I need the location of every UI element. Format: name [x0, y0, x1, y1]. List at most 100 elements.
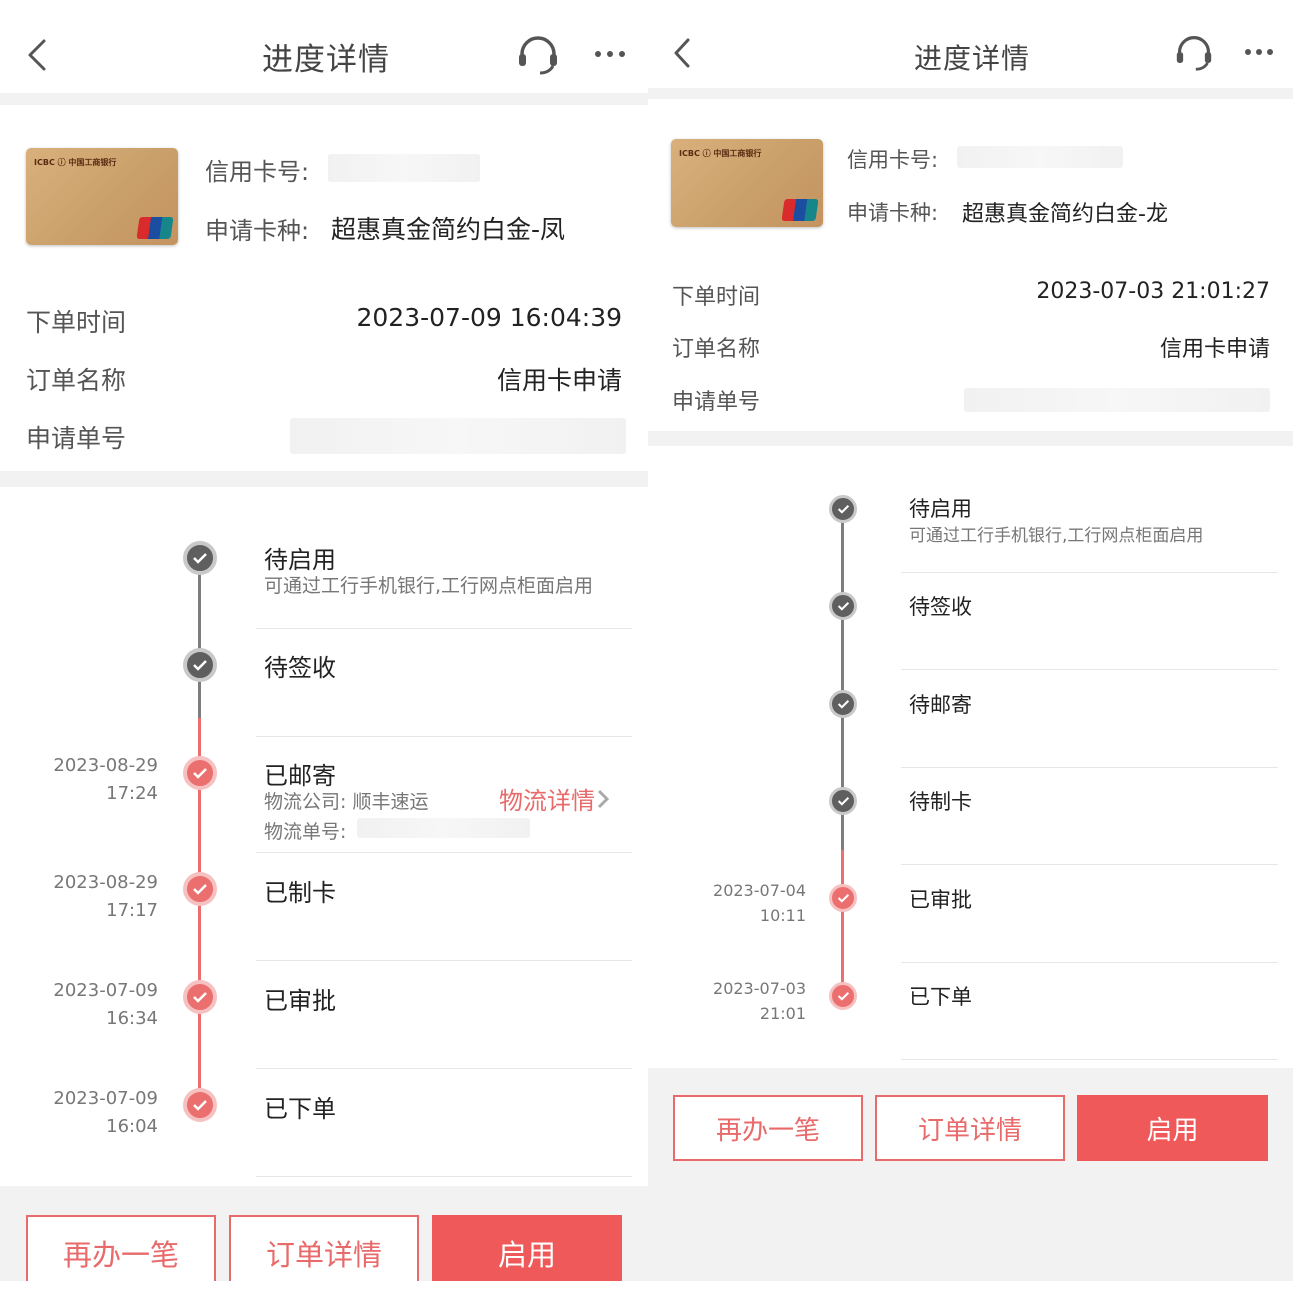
- timeline-line-gray: [198, 558, 201, 718]
- timeline-time: 17:17: [106, 899, 158, 921]
- timeline-date: 2023-07-09: [53, 980, 158, 1001]
- order-time-label: 下单时间: [672, 285, 761, 310]
- timeline-title: 已审批: [264, 987, 336, 1015]
- divider: [901, 669, 1278, 670]
- card-number-masked: [328, 154, 480, 182]
- divider: [256, 1068, 632, 1069]
- timeline-subtitle: 可通过工行手机银行,工行网点柜面启用: [264, 575, 594, 597]
- page-title: 进度详情: [262, 42, 390, 78]
- timeline-date: 2023-08-29: [53, 755, 158, 776]
- timeline-check-icon: [183, 980, 217, 1014]
- bank-logo-text: ICBC ⓘ 中国工商银行: [34, 158, 117, 167]
- divider: [901, 767, 1278, 768]
- card-type-label: 申请卡种:: [847, 201, 939, 225]
- divider: [256, 1176, 632, 1177]
- timeline-date: 2023-07-04: [713, 881, 806, 900]
- timeline-timestamp: 2023-08-29 17:24: [53, 752, 158, 808]
- section-divider: [648, 431, 1293, 446]
- back-arrow-icon[interactable]: [672, 38, 692, 68]
- divider: [0, 93, 648, 105]
- timeline-check-icon: [183, 541, 217, 575]
- timeline-check-icon: [829, 690, 857, 718]
- apply-again-button[interactable]: 再办一笔: [26, 1215, 216, 1281]
- screenshot: 进度详情 ICBC ⓘ 中国工商银行 信用卡号: 申请卡种: 超惠真金简约白金-…: [0, 0, 1293, 1301]
- timeline-time: 16:34: [106, 1007, 158, 1029]
- tracking-number-masked: [357, 818, 530, 838]
- timeline-time: 17:24: [106, 782, 158, 804]
- timeline-title: 待启用: [264, 546, 336, 574]
- right-screen: 进度详情 ICBC ⓘ 中国工商银行 信用卡号: 申请卡种: 超惠真金简约白金-…: [648, 0, 1293, 1281]
- logistics-detail-link[interactable]: 物流详情: [499, 781, 610, 816]
- application-number-masked: [964, 388, 1270, 412]
- unionpay-logo-icon: [136, 217, 174, 239]
- credit-card-image: ICBC ⓘ 中国工商银行: [26, 148, 178, 245]
- timeline-title: 待邮寄: [909, 693, 972, 717]
- customer-service-headset-icon[interactable]: [1174, 34, 1214, 72]
- back-arrow-icon[interactable]: [26, 38, 48, 72]
- application-number-masked: [290, 418, 626, 454]
- timeline-timestamp: 2023-07-04 10:11: [713, 879, 806, 929]
- divider: [256, 628, 632, 629]
- timeline-timestamp: 2023-07-09 16:04: [53, 1085, 158, 1141]
- order-time-value: 2023-07-03 21:01:27: [1036, 279, 1270, 304]
- timeline-timestamp: 2023-07-09 16:34: [53, 977, 158, 1033]
- timeline-date: 2023-07-03: [713, 979, 806, 998]
- timeline-check-icon: [183, 648, 217, 682]
- order-name-label: 订单名称: [26, 366, 127, 395]
- timeline-title: 已邮寄: [264, 762, 336, 790]
- timeline-time: 10:11: [759, 905, 806, 925]
- unionpay-logo-icon: [781, 199, 819, 221]
- card-type-label: 申请卡种:: [205, 217, 310, 245]
- timeline-check-icon: [829, 495, 857, 523]
- divider: [256, 852, 632, 853]
- chevron-right-icon: [597, 789, 610, 808]
- card-type-value: 超惠真金简约白金-龙: [962, 202, 1168, 227]
- timeline-check-icon: [829, 884, 857, 912]
- customer-service-headset-icon[interactable]: [516, 34, 560, 76]
- activate-button[interactable]: 启用: [1077, 1095, 1268, 1161]
- timeline-check-icon: [829, 592, 857, 620]
- section-divider: [0, 471, 648, 487]
- order-detail-button[interactable]: 订单详情: [229, 1215, 419, 1281]
- order-detail-button[interactable]: 订单详情: [875, 1095, 1065, 1161]
- tracking-number-label: 物流单号:: [264, 821, 347, 843]
- activate-button[interactable]: 启用: [432, 1215, 622, 1281]
- timeline-date: 2023-07-09: [53, 1088, 158, 1109]
- order-name-value: 信用卡申请: [496, 366, 622, 395]
- timeline-title: 已下单: [909, 985, 972, 1009]
- timeline-time: 16:04: [106, 1115, 158, 1137]
- timeline-title: 已下单: [264, 1095, 336, 1123]
- order-time-value: 2023-07-09 16:04:39: [356, 303, 622, 332]
- timeline-check-icon: [183, 756, 217, 790]
- timeline-check-icon: [183, 872, 217, 906]
- timeline-check-icon: [183, 1088, 217, 1122]
- apply-again-button[interactable]: 再办一笔: [673, 1095, 863, 1161]
- application-number-label: 申请单号: [26, 424, 127, 453]
- timeline-title: 已审批: [909, 888, 972, 912]
- timeline-check-icon: [829, 787, 857, 815]
- timeline-subtitle: 可通过工行手机银行,工行网点柜面启用: [909, 526, 1204, 546]
- card-number-label: 信用卡号:: [205, 158, 310, 186]
- page-title: 进度详情: [914, 42, 1031, 75]
- order-name-value: 信用卡申请: [1159, 337, 1270, 362]
- order-time-label: 下单时间: [26, 308, 127, 337]
- divider: [256, 736, 632, 737]
- left-screen: 进度详情 ICBC ⓘ 中国工商银行 信用卡号: 申请卡种: 超惠真金简约白金-…: [0, 0, 648, 1281]
- divider: [256, 960, 632, 961]
- application-number-label: 申请单号: [672, 390, 761, 415]
- divider: [901, 572, 1278, 573]
- more-options-icon[interactable]: [595, 51, 625, 57]
- logistics-detail-label: 物流详情: [499, 787, 595, 815]
- timeline-title: 待启用: [909, 497, 972, 521]
- more-options-icon[interactable]: [1245, 49, 1273, 55]
- timeline-line-red: [841, 850, 844, 996]
- timeline-time: 21:01: [759, 1003, 806, 1023]
- timeline-title: 待签收: [264, 654, 336, 682]
- credit-card-image: ICBC ⓘ 中国工商银行: [671, 139, 823, 227]
- timeline-timestamp: 2023-08-29 17:17: [53, 869, 158, 925]
- card-type-value: 超惠真金简约白金-凤: [331, 215, 566, 244]
- card-number-label: 信用卡号:: [847, 148, 939, 172]
- divider: [901, 1059, 1278, 1060]
- divider: [901, 864, 1278, 865]
- timeline-timestamp: 2023-07-03 21:01: [713, 977, 806, 1027]
